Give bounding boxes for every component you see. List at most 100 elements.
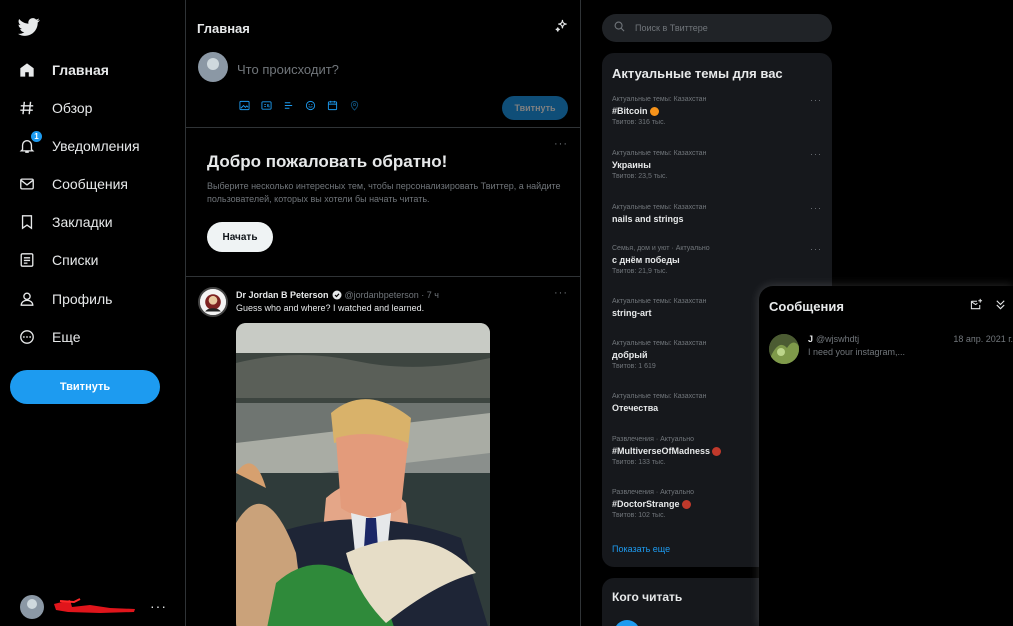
sidebar-item-messages[interactable]: Сообщения	[18, 170, 128, 198]
tweet-button[interactable]: Твитнуть	[10, 370, 160, 404]
location-icon[interactable]	[348, 99, 360, 111]
trend-item[interactable]: Актуальные темы: Казахстан #Bitcoin Твит…	[612, 95, 822, 128]
messages-drawer: Сообщения J @wjswhdtj 18 апр. 2021 г. I …	[759, 286, 1013, 626]
main-timeline: Главная Что происходит? Твитнуть ··· Доб…	[185, 0, 581, 626]
trends-title: Актуальные темы для вас	[612, 66, 783, 81]
more-circle-icon	[18, 328, 36, 346]
start-button[interactable]: Начать	[207, 222, 273, 252]
trend-more-icon[interactable]: ···	[810, 244, 822, 254]
sidebar-item-label: Списки	[52, 252, 99, 268]
home-icon	[18, 61, 36, 79]
trend-item[interactable]: Актуальные темы: Казахстан Украины Твито…	[612, 149, 822, 182]
sidebar-item-label: Уведомления	[52, 138, 140, 154]
gif-icon[interactable]	[260, 99, 272, 111]
sidebar-item-label: Обзор	[52, 100, 93, 116]
tweet[interactable]: Dr Jordan B Peterson @jordanbpeterson · …	[186, 277, 580, 626]
tweet-more-icon[interactable]: ···	[554, 287, 568, 299]
trend-count: Твитов: 316 тыс.	[612, 119, 666, 126]
sidebar-item-label: Закладки	[52, 214, 113, 230]
poll-icon[interactable]	[282, 99, 294, 111]
trend-title-text: #MultiverseOfMadness	[612, 446, 711, 456]
account-more-icon[interactable]: ···	[150, 598, 167, 614]
schedule-icon[interactable]	[326, 99, 338, 111]
search-input[interactable]: Поиск в Твиттере	[635, 23, 708, 33]
trend-more-icon[interactable]: ···	[810, 95, 822, 105]
sparkle-icon[interactable]	[554, 18, 570, 34]
emoji-icon[interactable]	[304, 99, 316, 111]
conversation-handle: @wjswhdtj	[816, 334, 860, 344]
who-to-follow-title: Кого читать	[612, 590, 683, 604]
hashtag-icon	[18, 99, 36, 117]
strange-emoji-icon	[681, 500, 691, 509]
tweet-composer: Что происходит? Твитнуть	[186, 50, 580, 128]
search-icon	[614, 19, 625, 37]
twitter-logo-icon[interactable]	[18, 16, 42, 40]
trend-title: с днём победы	[612, 255, 680, 265]
sidebar-item-label: Главная	[52, 62, 109, 78]
tweet-image[interactable]	[236, 323, 490, 626]
welcome-card: ··· Добро пожаловать обратно! Выберите н…	[186, 128, 580, 277]
trend-title-text: #DoctorStrange	[612, 499, 680, 509]
trend-context: Актуальные темы: Казахстан	[612, 96, 707, 103]
sidebar-item-notifications[interactable]: 1 Уведомления	[18, 131, 140, 160]
messages-title[interactable]: Сообщения	[769, 299, 844, 314]
welcome-title: Добро пожаловать обратно!	[207, 152, 448, 171]
conversation-name: J	[808, 334, 814, 344]
trend-more-icon[interactable]: ···	[810, 203, 822, 213]
sidebar-item-label: Сообщения	[52, 176, 128, 192]
sidebar-item-more[interactable]: Еще	[18, 323, 81, 351]
avatar[interactable]	[614, 620, 640, 626]
messages-header-actions	[969, 297, 1007, 311]
bitcoin-icon	[649, 107, 659, 116]
sidebar-item-profile[interactable]: Профиль	[18, 285, 112, 313]
trend-title: #Bitcoin	[612, 105, 822, 118]
trend-count: Твитов: 21,9 тыс.	[612, 268, 668, 275]
sidebar: Главная Обзор 1 Уведомления Сообщения За…	[0, 0, 185, 626]
tweet-text: Guess who and where? I watched and learn…	[236, 303, 425, 313]
trend-item[interactable]: Актуальные темы: Казахстан nails and str…	[612, 203, 822, 226]
verified-icon	[332, 290, 342, 300]
image-icon[interactable]	[238, 99, 250, 111]
person-icon	[18, 290, 36, 308]
avatar[interactable]	[198, 287, 228, 317]
trend-title: Украины	[612, 160, 651, 170]
trend-context: Актуальные темы: Казахстан	[612, 204, 707, 211]
account-switcher[interactable]: ···	[20, 594, 175, 620]
notification-badge: 1	[31, 131, 42, 142]
sidebar-item-label: Еще	[52, 329, 81, 345]
avatar	[198, 52, 228, 82]
conversation-header: J @wjswhdtj	[808, 334, 859, 344]
sidebar-item-explore[interactable]: Обзор	[18, 94, 92, 122]
bookmark-icon	[18, 213, 36, 231]
sidebar-item-lists[interactable]: Списки	[18, 246, 98, 274]
list-icon	[18, 251, 36, 269]
page-title: Главная	[197, 21, 250, 36]
trend-count: Твитов: 23,5 тыс.	[612, 173, 668, 180]
sidebar-item-label: Профиль	[52, 291, 113, 307]
new-message-icon[interactable]	[969, 297, 983, 311]
main-header: Главная	[186, 0, 580, 50]
conversation-item[interactable]: J @wjswhdtj 18 апр. 2021 г. I need your …	[759, 330, 1013, 372]
trend-context: Актуальные темы: Казахстан	[612, 150, 707, 157]
redaction-scribble	[54, 598, 135, 613]
compose-input[interactable]: Что происходит?	[237, 62, 339, 77]
sidebar-item-bookmarks[interactable]: Закладки	[18, 208, 113, 236]
sidebar-item-home[interactable]: Главная	[18, 56, 109, 84]
bell-icon: 1	[18, 131, 42, 155]
trend-more-icon[interactable]: ···	[810, 149, 822, 159]
author-name[interactable]: Dr Jordan B Peterson	[236, 290, 329, 300]
tweet-author: Dr Jordan B Peterson @jordanbpeterson · …	[236, 290, 439, 300]
avatar	[769, 334, 799, 364]
welcome-text: Выберите несколько интересных тем, чтобы…	[207, 181, 561, 204]
composer-toolbar	[238, 99, 360, 111]
welcome-more-icon[interactable]: ···	[554, 138, 568, 150]
envelope-icon	[18, 175, 36, 193]
show-more-link[interactable]: Показать еще	[612, 544, 670, 554]
trend-item[interactable]: Семья, дом и уют · Актуально с днём побе…	[612, 244, 822, 277]
conversation-preview: I need your instagram,...	[808, 347, 906, 357]
search-bar[interactable]: Поиск в Твиттере	[602, 14, 832, 42]
conversation-date: 18 апр. 2021 г.	[953, 334, 1013, 344]
trend-title: nails and strings	[612, 214, 684, 224]
compose-tweet-button[interactable]: Твитнуть	[502, 96, 568, 120]
collapse-icon[interactable]	[993, 297, 1007, 311]
